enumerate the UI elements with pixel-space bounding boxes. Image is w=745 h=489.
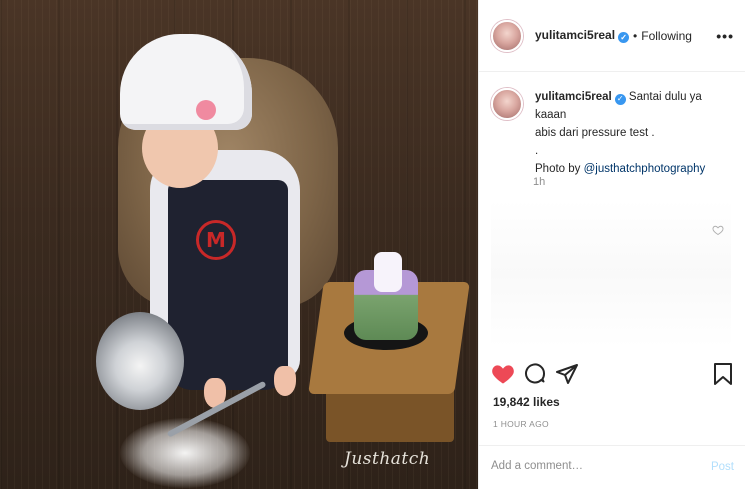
faded-comments (491, 200, 731, 348)
bookmark-icon[interactable] (712, 362, 734, 386)
comments-area[interactable]: yulitamci5real ✓ Santai dulu ya kaaan abi… (479, 72, 745, 356)
unicorn-topper (374, 252, 402, 292)
post-side-panel: yulitamci5real ✓ • Following ••• yulitamc… (478, 0, 745, 489)
comment-input[interactable] (491, 460, 691, 472)
photo-watermark: Justhatch (344, 449, 431, 469)
mixing-bowl (96, 312, 184, 410)
add-comment-bar: Post (479, 445, 745, 489)
verified-badge-icon: ✓ (614, 93, 626, 105)
heart-filled-icon[interactable] (491, 362, 515, 386)
post-photo[interactable]: Justhatch (0, 0, 478, 489)
verified-badge-icon: ✓ (618, 32, 630, 43)
avatar[interactable] (491, 19, 523, 52)
avatar[interactable] (491, 88, 523, 120)
photographer-tag-link[interactable]: @justhatchphotography (584, 163, 706, 175)
credit-prefix: Photo by (535, 163, 584, 175)
following-button[interactable]: Following (641, 29, 692, 43)
posted-time[interactable]: 1 HOUR AGO (493, 419, 549, 429)
hat-flower (196, 100, 216, 120)
caption-time[interactable]: 1h (533, 176, 545, 188)
action-bar (479, 356, 745, 396)
post-comment-button[interactable]: Post (711, 461, 734, 473)
likes-count[interactable]: 19,842 likes (493, 395, 560, 409)
more-options-icon[interactable]: ••• (716, 28, 734, 44)
baby-foot (274, 366, 296, 396)
caption-text: yulitamci5real ✓ Santai dulu ya kaaan abi… (535, 88, 735, 178)
caption-username[interactable]: yulitamci5real (535, 91, 612, 103)
small-heart-icon[interactable] (712, 224, 724, 236)
header-username[interactable]: yulitamci5real ✓ (535, 28, 630, 43)
caption-line-2: abis dari pressure test . (535, 127, 655, 139)
caption-comment: yulitamci5real ✓ Santai dulu ya kaaan abi… (491, 88, 735, 178)
comment-bubble-icon[interactable] (523, 362, 547, 386)
caption-line-3: . (535, 145, 539, 157)
paper-plane-icon[interactable] (555, 362, 579, 386)
separator-dot: • (633, 28, 638, 43)
post-header: yulitamci5real ✓ • Following ••• (479, 0, 745, 72)
apron-logo (196, 220, 236, 260)
baby-apron (168, 180, 288, 390)
